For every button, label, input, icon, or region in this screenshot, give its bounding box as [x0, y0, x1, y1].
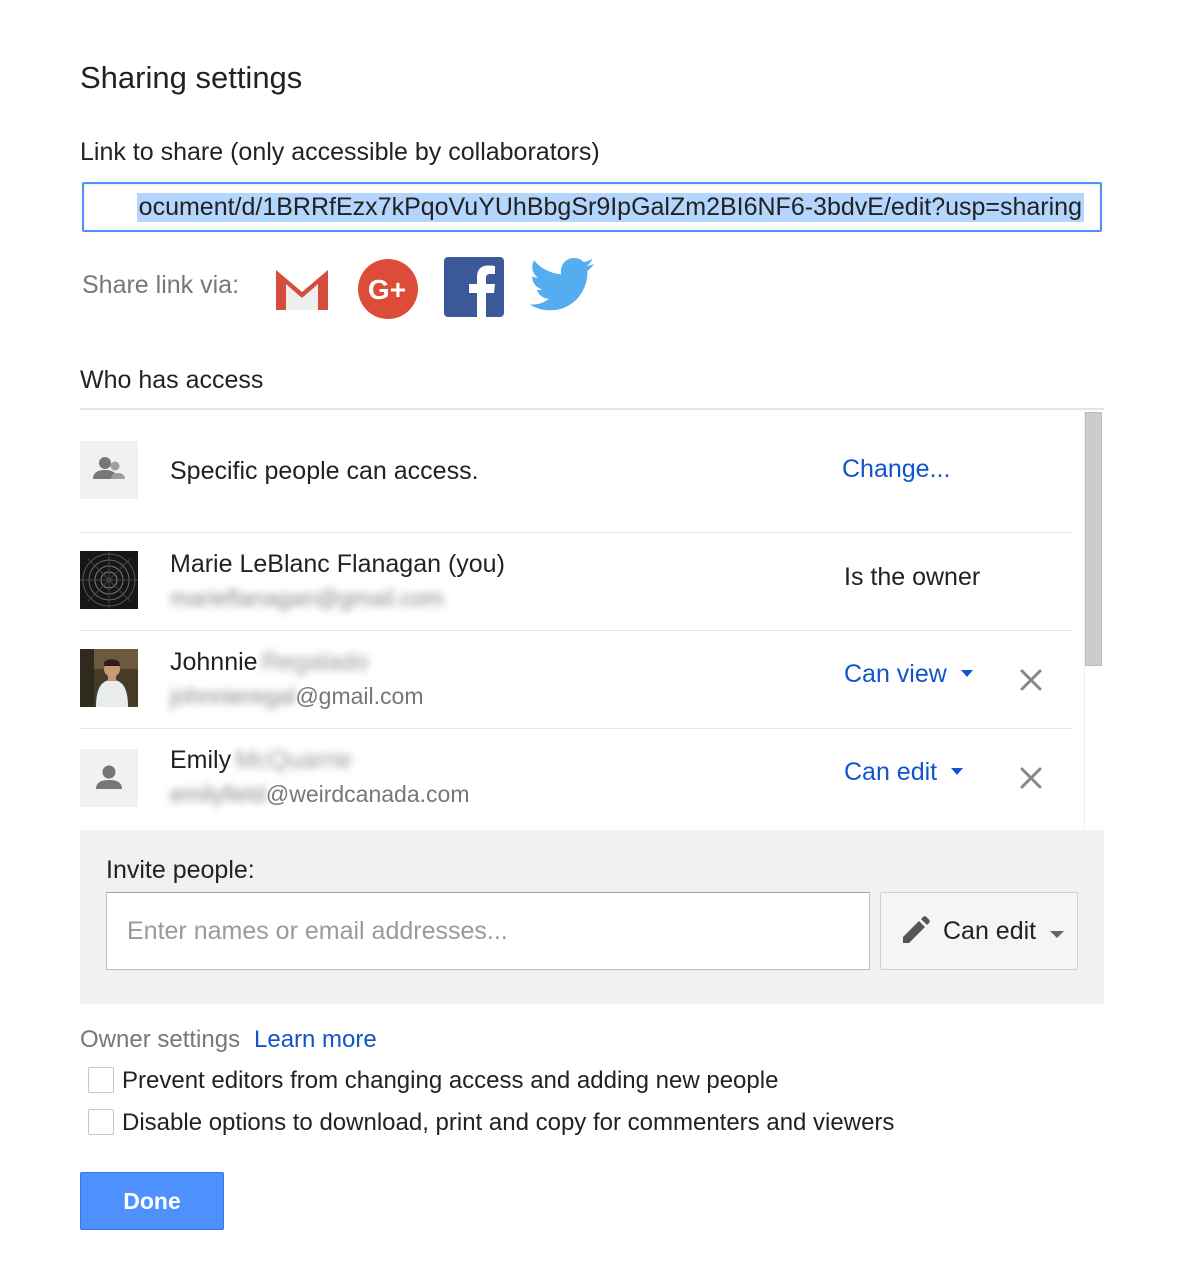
invite-panel: Invite people: Can edit [80, 830, 1104, 1004]
avatar [80, 649, 138, 707]
sharing-settings-dialog: Sharing settings Link to share (only acc… [0, 0, 1184, 1288]
person-row-owner: Marie LeBlanc Flanagan (you) marieflanag… [80, 550, 1072, 620]
who-has-access-heading: Who has access [80, 366, 264, 394]
disable-download-checkbox[interactable] [88, 1109, 114, 1135]
avatar [80, 551, 138, 609]
prevent-editors-label[interactable]: Prevent editors from changing access and… [122, 1067, 778, 1095]
google-plus-icon[interactable]: G+ [356, 257, 420, 321]
invite-people-label: Invite people: [106, 856, 255, 884]
chevron-down-icon [1050, 931, 1064, 938]
owner-settings-label: Owner settings [80, 1026, 241, 1053]
link-to-share-label: Link to share (only accessible by collab… [80, 138, 600, 166]
visibility-text: Specific people can access. [170, 457, 479, 485]
person-email: johnnieregal@gmail.com [170, 683, 424, 709]
share-link-field[interactable]: ocument/d/1BRRfEzx7kPqoVuYUhBbgSr9IpGalZ… [82, 182, 1102, 232]
chevron-down-icon [951, 767, 964, 775]
close-icon [1020, 669, 1042, 691]
person-name: Marie LeBlanc Flanagan (you) [170, 550, 505, 578]
person-email: emilyfield@weirdcanada.com [170, 781, 470, 807]
person-row-emily: Emily McQuarrie emilyfield@weirdcanada.co… [80, 746, 1072, 816]
divider [80, 532, 1072, 533]
share-link-url[interactable]: ocument/d/1BRRfEzx7kPqoVuYUhBbgSr9IpGalZ… [136, 193, 1084, 222]
person-email: marieflanagan@gmail.com [170, 585, 444, 611]
owner-role-label: Is the owner [844, 563, 981, 591]
svg-text:G+: G+ [368, 274, 406, 305]
remove-person-button[interactable] [1016, 665, 1046, 695]
gmail-icon[interactable] [270, 256, 334, 320]
twitter-icon[interactable] [529, 256, 594, 320]
change-visibility-link[interactable]: Change... [842, 455, 950, 484]
people-group-icon [80, 441, 138, 499]
invite-permission-label: Can edit [943, 917, 1037, 945]
disable-download-label[interactable]: Disable options to download, print and c… [122, 1109, 894, 1137]
scrollbar-thumb[interactable] [1085, 412, 1102, 666]
learn-more-link[interactable]: Learn more [254, 1026, 377, 1054]
pencil-icon [903, 916, 930, 943]
person-row-johnnie: Johnnie Regalado johnnieregal@gmail.com C… [80, 648, 1072, 718]
close-icon [1020, 767, 1042, 789]
person-name: Johnnie Regalado [170, 648, 369, 676]
person-name: Emily McQuarrie [170, 746, 352, 774]
invite-people-input[interactable] [106, 892, 870, 970]
person-icon [80, 749, 138, 807]
invite-permission-dropdown[interactable]: Can edit [880, 892, 1078, 970]
done-button[interactable]: Done [80, 1172, 224, 1230]
dialog-title: Sharing settings [80, 60, 303, 95]
divider [80, 630, 1072, 631]
prevent-editors-checkbox[interactable] [88, 1067, 114, 1093]
chevron-down-icon [960, 669, 973, 677]
divider [80, 408, 1104, 410]
divider [80, 728, 1072, 729]
visibility-row: Specific people can access. Change... [80, 441, 1072, 501]
remove-person-button[interactable] [1016, 763, 1046, 793]
share-via-label: Share link via: [82, 271, 240, 299]
facebook-icon[interactable] [444, 257, 508, 321]
permission-dropdown-emily[interactable]: Can edit [844, 758, 964, 787]
permission-dropdown-johnnie[interactable]: Can view [844, 660, 973, 689]
